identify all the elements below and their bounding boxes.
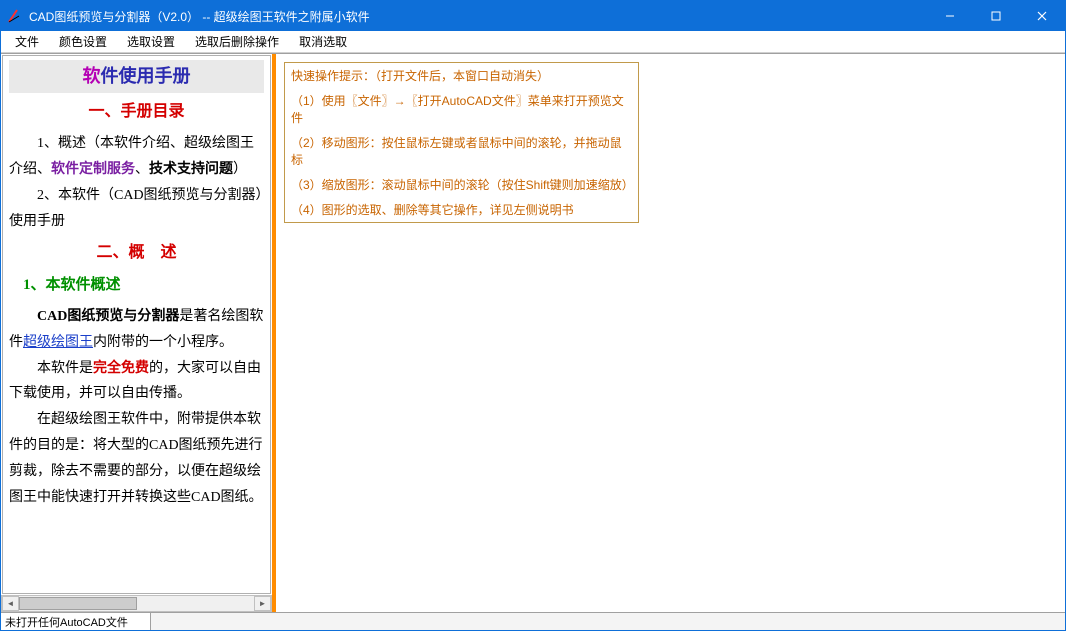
toc-item-2: 2、本软件（CAD图纸预览与分割器）使用手册 xyxy=(9,183,264,235)
maximize-button[interactable] xyxy=(973,1,1019,31)
menu-select-settings[interactable]: 选取设置 xyxy=(117,31,185,52)
manual-content: 软件使用手册 一、手册目录 1、概述（本软件介绍、超级绘图王介绍、软件定制服务、… xyxy=(2,55,271,594)
toc-item-1: 1、概述（本软件介绍、超级绘图王介绍、软件定制服务、技术支持问题） xyxy=(9,131,264,183)
app-icon xyxy=(7,8,23,24)
window-title: CAD图纸预览与分割器（V2.0） -- 超级绘图王软件之附属小软件 xyxy=(29,8,927,25)
tips-header: 快速操作提示：（打开文件后，本窗口自动消失） xyxy=(285,63,638,88)
scroll-left-button[interactable]: ◄ xyxy=(2,596,19,611)
manual-title-firstchar: 软 xyxy=(83,66,101,86)
tips-row-3: （3）缩放图形：滚动鼠标中间的滚轮（按住Shift键则加速缩放） xyxy=(285,172,638,197)
section2-sub1: 1、本软件概述 xyxy=(23,272,264,300)
main-area: 软件使用手册 一、手册目录 1、概述（本软件介绍、超级绘图王介绍、软件定制服务、… xyxy=(1,53,1065,612)
section2-heading: 二、概 述 xyxy=(9,238,264,268)
tips-row-2: （2）移动图形：按住鼠标左键或者鼠标中间的滚轮，并拖动鼠标 xyxy=(285,130,638,172)
para-2: 本软件是完全免费的，大家可以自由下载使用，并可以自由传播。 xyxy=(9,356,264,408)
canvas-panel: 快速操作提示：（打开文件后，本窗口自动消失） （1）使用〖文件〗→〖打开Auto… xyxy=(276,54,1065,612)
tips-row-1: （1）使用〖文件〗→〖打开AutoCAD文件〗菜单来打开预览文件 xyxy=(285,88,638,130)
tips-row-4: （4）图形的选取、删除等其它操作，详见左侧说明书 xyxy=(285,197,638,222)
menu-delete-after-select[interactable]: 选取后删除操作 xyxy=(185,31,289,52)
window-titlebar: CAD图纸预览与分割器（V2.0） -- 超级绘图王软件之附属小软件 xyxy=(1,1,1065,31)
manual-panel: 软件使用手册 一、手册目录 1、概述（本软件介绍、超级绘图王介绍、软件定制服务、… xyxy=(1,54,276,612)
close-button[interactable] xyxy=(1019,1,1065,31)
menu-bar: 文件 颜色设置 选取设置 选取后删除操作 取消选取 xyxy=(1,31,1065,53)
menu-cancel-select[interactable]: 取消选取 xyxy=(289,31,357,52)
para-3: 在超级绘图王软件中，附带提供本软件的目的是：将大型的CAD图纸预先进行剪裁，除去… xyxy=(9,407,264,511)
toc-heading: 一、手册目录 xyxy=(9,97,264,127)
manual-horizontal-scrollbar[interactable]: ◄ ► xyxy=(1,595,272,612)
status-bar: 未打开任何AutoCAD文件 xyxy=(1,612,1065,630)
menu-file[interactable]: 文件 xyxy=(5,31,49,52)
minimize-button[interactable] xyxy=(927,1,973,31)
scroll-right-button[interactable]: ► xyxy=(254,596,271,611)
quick-tips-box: 快速操作提示：（打开文件后，本窗口自动消失） （1）使用〖文件〗→〖打开Auto… xyxy=(284,62,639,223)
scroll-track[interactable] xyxy=(19,596,254,611)
manual-title: 软件使用手册 xyxy=(9,60,264,93)
para-1: CAD图纸预览与分割器是著名绘图软件超级绘图王内附带的一个小程序。 xyxy=(9,304,264,356)
status-text: 未打开任何AutoCAD文件 xyxy=(1,613,151,630)
scroll-thumb[interactable] xyxy=(19,597,137,610)
menu-color-settings[interactable]: 颜色设置 xyxy=(49,31,117,52)
manual-title-rest: 件使用手册 xyxy=(101,66,191,86)
link-super-draw-king[interactable]: 超级绘图王 xyxy=(23,335,93,350)
